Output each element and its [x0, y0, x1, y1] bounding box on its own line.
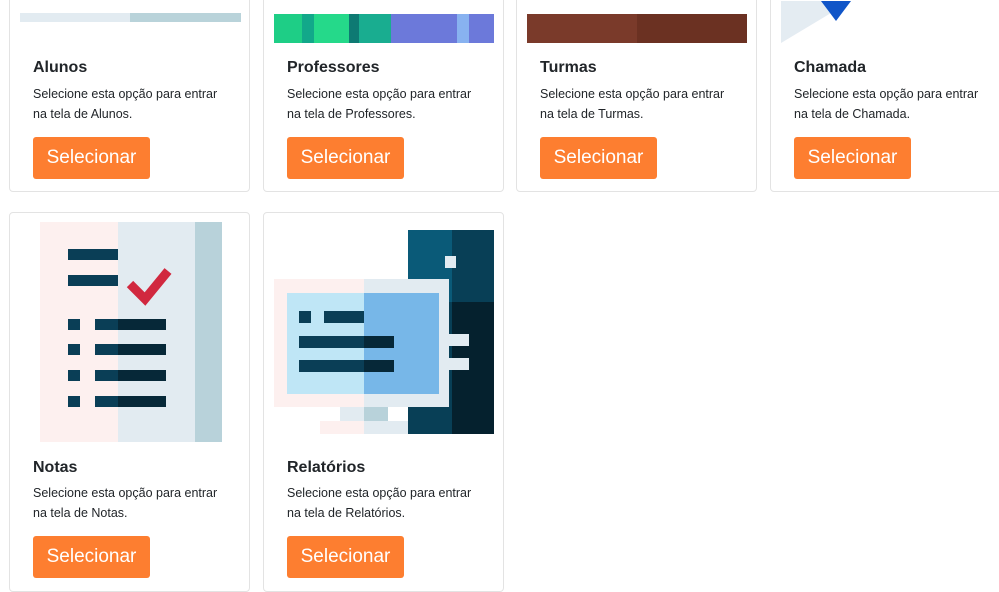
card-title: Alunos [33, 59, 88, 76]
students-illustration-icon [20, 0, 241, 22]
select-turmas-button[interactable]: Selecionar [540, 137, 657, 179]
card-notas: Notas Selecione esta opção para entrar n… [9, 212, 250, 592]
card-description: Selecione esta opção para entrar na tela… [794, 87, 979, 121]
card-description: Selecione esta opção para entrar na tela… [33, 486, 218, 520]
select-notas-button[interactable]: Selecionar [33, 536, 150, 578]
card-description: Selecione esta opção para entrar na tela… [287, 486, 472, 520]
card-title: Turmas [540, 59, 597, 76]
card-professores: Professores Selecione esta opção para en… [263, 0, 504, 192]
card-description: Selecione esta opção para entrar na tela… [33, 87, 218, 121]
card-title: Professores [287, 59, 380, 76]
card-relatorios: Relatórios Selecione esta opção para ent… [263, 212, 504, 592]
reports-computer-icon [274, 230, 494, 434]
select-relatorios-button[interactable]: Selecionar [287, 536, 404, 578]
card-title: Chamada [794, 59, 867, 76]
card-description: Selecione esta opção para entrar na tela… [287, 87, 472, 121]
card-chamada: Chamada Selecione esta opção para entrar… [770, 0, 999, 192]
card-alunos: Alunos Selecione esta opção para entrar … [9, 0, 250, 192]
classes-illustration-icon [527, 0, 747, 43]
teachers-illustration-icon [274, 0, 494, 43]
attendance-illustration-icon [781, 0, 999, 43]
select-professores-button[interactable]: Selecionar [287, 137, 404, 179]
select-chamada-button[interactable]: Selecionar [794, 137, 911, 179]
card-title: Notas [33, 459, 78, 476]
card-title: Relatórios [287, 459, 366, 476]
card-description: Selecione esta opção para entrar na tela… [540, 87, 725, 121]
select-alunos-button[interactable]: Selecionar [33, 137, 150, 179]
card-turmas: Turmas Selecione esta opção para entrar … [516, 0, 757, 192]
grades-checklist-icon [40, 222, 222, 442]
